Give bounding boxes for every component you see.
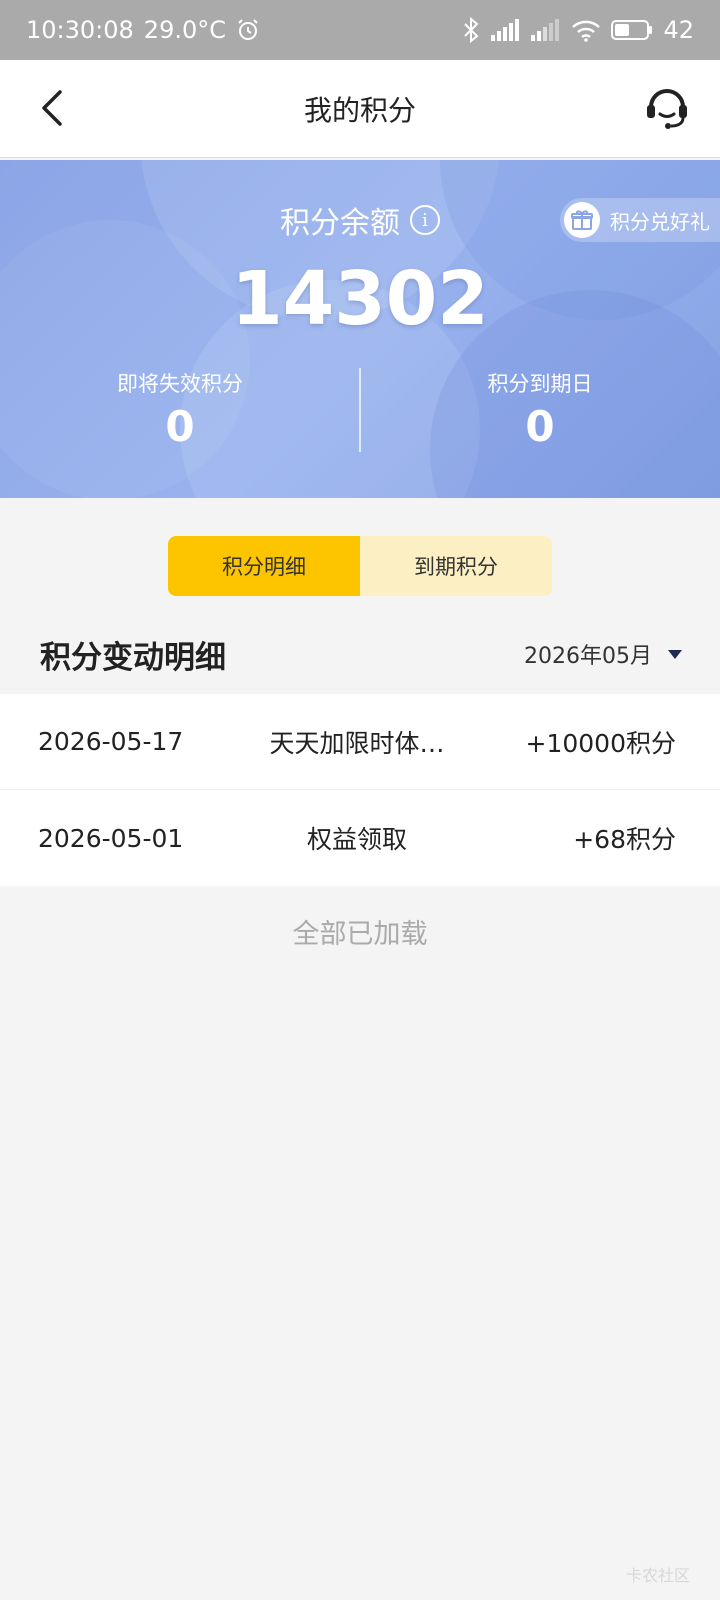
section-header: 积分变动明细 2026年05月 [0,614,720,694]
balance-panel: 积分余额 i 14302 积分兑好礼 即将失效积分 0 积分到期日 0 [0,160,720,498]
record-row: 2026-05-01 权益领取 +68积分 [0,790,720,886]
stats-divider [359,368,361,452]
signal-icon [531,19,561,41]
wifi-icon [571,18,601,42]
watermark: 卡农社区 [625,1566,690,1585]
customer-service-button[interactable] [642,82,692,136]
tab-points-detail[interactable]: 积分明细 [168,536,360,596]
record-list: 2026-05-17 天天加限时体… +10000积分 2026-05-01 权… [0,694,720,886]
page-title: 我的积分 [303,93,416,127]
status-right: 42 [461,16,694,44]
headset-icon [644,83,690,135]
all-loaded-text: 全部已加载 [292,919,428,950]
record-amount: +10000积分 [525,728,676,758]
gift-label: 积分兑好礼 [610,209,710,234]
tab-expired-points[interactable]: 到期积分 [360,536,552,596]
expiring-points-label: 即将失效积分 [117,372,243,396]
caret-down-icon [668,649,682,659]
points-tabs: 积分明细 到期积分 [168,536,552,596]
record-date: 2026-05-17 [38,727,184,756]
nav-bar: 我的积分 [0,60,720,158]
chevron-left-icon [38,88,66,132]
expiring-points-value: 0 [165,402,195,451]
status-time: 10:30:08 [26,16,134,44]
expiry-date-stat: 积分到期日 0 [360,368,720,458]
record-desc: 权益领取 [306,825,407,854]
month-value: 2026年05月 [524,644,652,669]
status-bar: 10:30:08 29.0°C 42 [0,0,720,60]
gift-icon [564,202,600,238]
record-row: 2026-05-17 天天加限时体… +10000积分 [0,694,720,790]
back-button[interactable] [28,84,76,136]
alarm-icon [236,18,260,42]
balance-value: 14302 [231,256,489,342]
balance-label: 积分余额 [280,206,400,241]
status-temperature: 29.0°C [143,16,226,44]
bluetooth-icon [461,17,481,43]
battery-icon [611,19,653,41]
month-picker[interactable]: 2026年05月 [524,638,682,670]
signal-icon [491,19,521,41]
info-icon[interactable]: i [410,205,440,235]
redeem-gift-button[interactable]: 积分兑好礼 [560,198,720,242]
expiry-date-label: 积分到期日 [487,372,593,396]
stats-row: 即将失效积分 0 积分到期日 0 [0,368,720,458]
battery-level: 42 [663,16,694,44]
section-title: 积分变动明细 [40,639,226,676]
status-left: 10:30:08 29.0°C [26,16,260,44]
expiry-date-value: 0 [525,402,555,451]
record-date: 2026-05-01 [38,823,184,853]
record-desc: 天天加限时体… [269,728,445,758]
record-amount: +68积分 [573,825,676,854]
expiring-points-stat: 即将失效积分 0 [0,368,360,458]
